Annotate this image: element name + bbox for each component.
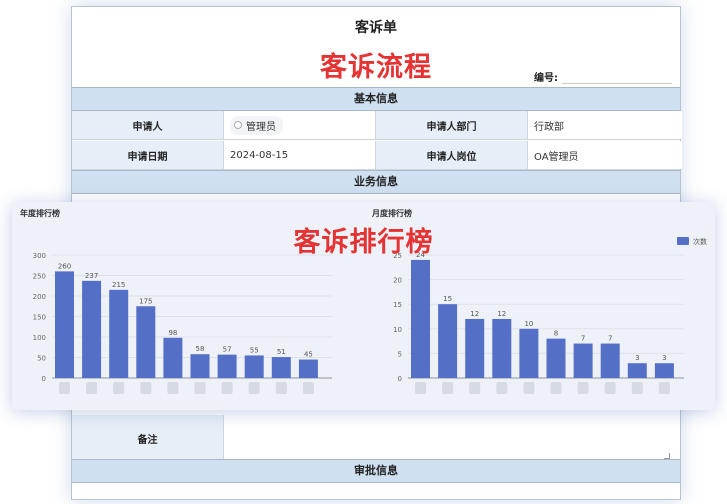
x-tick-label-blurred-0-6 <box>221 382 233 394</box>
remark-textarea[interactable] <box>224 415 674 461</box>
bar-1-5 <box>546 338 566 378</box>
bar-1-3 <box>492 318 512 378</box>
y-tick-label-0-0: 0 <box>42 375 46 383</box>
bar-0-0 <box>55 271 74 378</box>
x-tick-label-blurred-1-5 <box>550 382 562 394</box>
bar-1-7 <box>600 343 620 378</box>
y-tick-label-1-2: 10 <box>393 326 402 334</box>
data-label-1-6: 7 <box>581 335 585 343</box>
data-label-1-8: 3 <box>635 354 639 362</box>
x-tick-label-blurred-0-8 <box>275 382 287 394</box>
serial-label: 编号: <box>534 73 558 84</box>
y-tick-label-1-4: 20 <box>393 277 402 285</box>
y-tick-label-1-0: 0 <box>398 375 402 383</box>
x-tick-label-blurred-1-6 <box>577 382 589 394</box>
bar-0-5 <box>190 354 210 378</box>
y-tick-label-0-5: 250 <box>33 273 46 281</box>
chart-title-1: 月度排行榜 <box>371 208 412 218</box>
data-label-0-9: 45 <box>304 351 313 359</box>
remark-label: 备注 <box>72 415 224 461</box>
data-label-0-6: 57 <box>223 346 232 354</box>
x-tick-label-blurred-0-9 <box>302 382 314 394</box>
data-label-1-7: 7 <box>608 335 612 343</box>
section-business-info: 业务信息 <box>72 170 680 194</box>
x-tick-label-blurred-0-0 <box>59 382 70 394</box>
x-tick-label-blurred-1-1 <box>442 382 454 394</box>
x-tick-label-blurred-1-4 <box>523 382 535 394</box>
data-label-0-8: 51 <box>277 348 286 356</box>
data-label-0-5: 58 <box>196 345 205 353</box>
x-tick-label-blurred-0-4 <box>167 382 179 394</box>
data-label-1-2: 12 <box>470 310 479 318</box>
bar-1-9 <box>654 363 674 378</box>
serial-number: 编号: <box>534 69 672 84</box>
date-label: 申请日期 <box>72 141 224 169</box>
x-tick-label-blurred-1-9 <box>658 382 670 394</box>
y-tick-label-0-3: 150 <box>33 314 46 322</box>
bar-1-4 <box>519 328 539 378</box>
serial-input[interactable] <box>562 74 672 84</box>
data-label-0-4: 98 <box>168 329 177 337</box>
x-tick-label-blurred-0-7 <box>248 382 260 394</box>
section-approval-info: 审批信息 <box>72 459 680 483</box>
y-tick-label-1-3: 15 <box>393 301 402 309</box>
data-label-1-5: 8 <box>554 330 558 338</box>
data-label-0-2: 215 <box>112 281 125 289</box>
y-tick-label-0-1: 50 <box>37 355 46 363</box>
form-title: 客诉单 <box>355 20 397 36</box>
data-label-1-9: 3 <box>662 354 666 362</box>
bar-1-6 <box>573 343 593 378</box>
bar-0-8 <box>271 357 291 378</box>
data-label-0-3: 175 <box>139 297 152 305</box>
x-tick-label-blurred-1-2 <box>469 382 481 394</box>
bar-0-3 <box>136 306 156 378</box>
post-label: 申请人岗位 <box>376 141 528 169</box>
chart-title-0: 年度排行榜 <box>20 208 60 218</box>
x-tick-label-blurred-1-0 <box>415 382 426 394</box>
post-value[interactable]: OA管理员 <box>528 141 682 169</box>
bar-0-1 <box>82 280 102 378</box>
y-tick-label-0-4: 200 <box>33 293 46 301</box>
bar-0-9 <box>298 359 318 378</box>
x-tick-label-blurred-0-5 <box>194 382 206 394</box>
applicant-label: 申请人 <box>72 111 224 139</box>
data-label-0-0: 260 <box>58 262 71 270</box>
dept-label: 申请人部门 <box>376 111 528 139</box>
ranking-charts-panel: 年度排行榜 0 50 100 150 200 250 300 260 237 215 175 98 58 5… <box>12 202 715 410</box>
bar-1-8 <box>627 363 647 378</box>
x-tick-label-blurred-1-8 <box>631 382 643 394</box>
row-applicant: 申请人 管理员 申请人部门 行政部 <box>72 111 682 140</box>
x-tick-label-blurred-0-3 <box>140 382 152 394</box>
bar-1-0 <box>411 259 430 378</box>
dept-value[interactable]: 行政部 <box>528 111 682 139</box>
applicant-value: 管理员 <box>246 121 276 133</box>
data-label-1-1: 15 <box>443 295 452 303</box>
date-value[interactable]: 2024-08-15 <box>224 141 376 169</box>
chart-overlay-caption: 客诉排行榜 <box>293 227 434 258</box>
y-tick-label-0-2: 100 <box>33 334 46 342</box>
x-tick-label-blurred-0-1 <box>86 382 98 394</box>
row-date: 申请日期 2024-08-15 申请人岗位 OA管理员 <box>72 141 682 170</box>
data-label-0-7: 55 <box>250 346 259 354</box>
bar-0-7 <box>244 355 264 378</box>
applicant-chip[interactable]: 管理员 <box>230 115 283 135</box>
data-label-0-1: 237 <box>85 272 98 280</box>
applicant-field[interactable]: 管理员 <box>224 111 376 139</box>
data-label-1-4: 10 <box>524 320 533 328</box>
stage: 客诉单 客诉流程 编号: 基本信息 申请人 管理员 申请人部门 行政部 申请日期… <box>0 0 727 504</box>
section-basic-info: 基本信息 <box>72 87 680 111</box>
bar-0-4 <box>163 337 183 378</box>
x-tick-label-blurred-1-3 <box>496 382 508 394</box>
x-tick-label-blurred-1-7 <box>604 382 616 394</box>
x-tick-label-blurred-0-2 <box>113 382 125 394</box>
y-tick-label-1-1: 5 <box>398 350 402 358</box>
bar-1-2 <box>465 318 485 378</box>
user-icon <box>234 121 242 129</box>
data-label-1-3: 12 <box>497 310 506 318</box>
bar-0-2 <box>109 289 129 378</box>
bar-1-1 <box>438 304 458 378</box>
bar-0-6 <box>217 354 237 378</box>
